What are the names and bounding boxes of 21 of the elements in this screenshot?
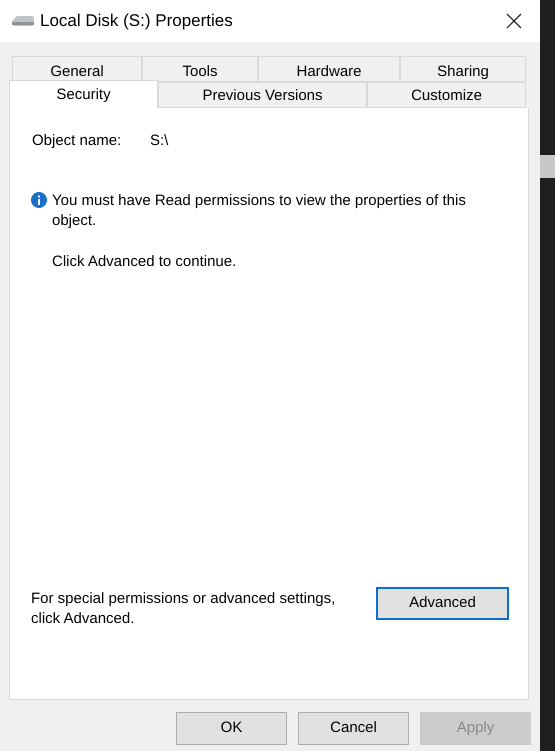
continue-hint: Click Advanced to continue. xyxy=(51,252,238,272)
info-icon xyxy=(31,192,47,208)
tab[interactable]: Tools xyxy=(142,56,258,82)
dialog-button[interactable]: OK xyxy=(176,712,287,745)
drive-icon xyxy=(12,16,34,26)
tab[interactable]: Previous Versions xyxy=(158,82,367,108)
close-button[interactable] xyxy=(504,11,524,31)
tab[interactable]: Sharing xyxy=(400,56,526,82)
close-icon xyxy=(506,13,522,29)
tab[interactable]: Hardware xyxy=(258,56,400,82)
advanced-hint: For special permissions or advanced settings, click Advanced. xyxy=(31,589,336,629)
tab[interactable]: Customize xyxy=(367,82,526,108)
dialog-button[interactable]: Cancel xyxy=(298,712,409,745)
advanced-button[interactable]: Advanced xyxy=(376,587,509,620)
info-message: You must have Read permissions to view the properties of this object. xyxy=(52,190,467,230)
tab[interactable]: General xyxy=(12,56,142,82)
window-title: Local Disk (S:) Properties xyxy=(40,10,234,32)
object-name-value: S:\ xyxy=(150,131,168,151)
scrollbar-thumb[interactable] xyxy=(540,155,555,178)
tab[interactable]: Security xyxy=(9,80,158,108)
object-name-label: Object name: xyxy=(32,131,122,151)
